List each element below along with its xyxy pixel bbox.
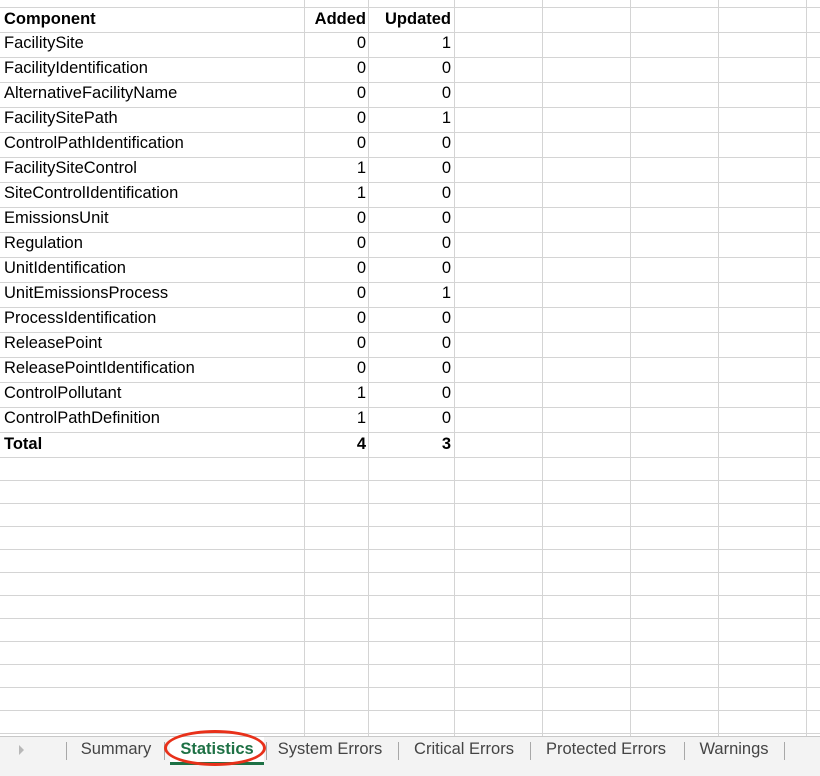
cell-added[interactable]: 1 [305,381,367,406]
cell-added[interactable]: 0 [305,206,367,231]
cell-component[interactable]: ReleasePoint [4,331,302,356]
cell-component[interactable]: ControlPollutant [4,381,302,406]
cell-added[interactable]: 0 [305,131,367,156]
header-added[interactable]: Added [305,7,367,32]
cell-updated[interactable]: 1 [369,31,453,56]
cell-component[interactable]: FacilitySiteControl [4,156,302,181]
cell-updated[interactable]: 0 [369,131,453,156]
cell-updated[interactable]: 0 [369,406,453,431]
cell-added[interactable]: 0 [305,306,367,331]
cell-added[interactable]: 0 [305,356,367,381]
cell-added[interactable]: 0 [305,81,367,106]
cell-updated[interactable]: 0 [369,181,453,206]
cell-component[interactable]: Regulation [4,231,302,256]
cell-component[interactable]: UnitIdentification [4,256,302,281]
header-updated[interactable]: Updated [369,7,453,32]
cell-added[interactable]: 0 [305,281,367,306]
cell-updated[interactable]: 0 [369,81,453,106]
cell-component[interactable]: AlternativeFacilityName [4,81,302,106]
cell-updated[interactable]: 0 [369,306,453,331]
cell-component[interactable]: EmissionsUnit [4,206,302,231]
cell-updated[interactable]: 0 [369,256,453,281]
total-updated[interactable]: 3 [369,432,453,457]
cell-added[interactable]: 0 [305,256,367,281]
cell-component[interactable]: ControlPathIdentification [4,131,302,156]
cell-added[interactable]: 0 [305,331,367,356]
sheet-tab-statistics[interactable]: Statistics [170,737,264,765]
cell-added[interactable]: 0 [305,56,367,81]
tab-separator [684,742,685,760]
sheet-tab-summary[interactable]: Summary [72,737,160,765]
cell-updated[interactable]: 1 [369,281,453,306]
tab-separator [530,742,531,760]
cell-component[interactable]: FacilityIdentification [4,56,302,81]
header-component[interactable]: Component [4,7,302,32]
cell-component[interactable]: FacilitySitePath [4,106,302,131]
cell-updated[interactable]: 1 [369,106,453,131]
cell-component[interactable]: ProcessIdentification [4,306,302,331]
cell-added[interactable]: 0 [305,106,367,131]
cell-updated[interactable]: 0 [369,231,453,256]
tab-separator [398,742,399,760]
cell-added[interactable]: 0 [305,231,367,256]
cell-updated[interactable]: 0 [369,156,453,181]
total-label[interactable]: Total [4,432,302,457]
cell-added[interactable]: 1 [305,181,367,206]
cell-updated[interactable]: 0 [369,331,453,356]
sheet-tab-bar: Summary Statistics System Errors Critical E… [0,736,820,776]
sheet-tab-warnings[interactable]: Warnings [690,737,778,765]
cell-component[interactable]: UnitEmissionsProcess [4,281,302,306]
cell-updated[interactable]: 0 [369,206,453,231]
cell-added[interactable]: 1 [305,406,367,431]
cell-component[interactable]: FacilitySite [4,31,302,56]
tab-separator [784,742,785,760]
tab-separator [66,742,67,760]
cell-added[interactable]: 1 [305,156,367,181]
cell-component[interactable]: ControlPathDefinition [4,406,302,431]
tab-separator [266,742,267,760]
cell-updated[interactable]: 0 [369,356,453,381]
tab-separator [164,742,165,760]
cell-component[interactable]: ReleasePointIdentification [4,356,302,381]
spreadsheet-grid[interactable]: Component Added Updated FacilitySite 0 1 Fa… [0,0,820,736]
cell-added[interactable]: 0 [305,31,367,56]
cell-updated[interactable]: 0 [369,56,453,81]
cell-updated[interactable]: 0 [369,381,453,406]
total-added[interactable]: 4 [305,432,367,457]
sheet-tab-system-errors[interactable]: System Errors [270,737,390,765]
sheet-tab-protected-errors[interactable]: Protected Errors [536,737,676,765]
scroll-left-icon[interactable] [19,745,24,755]
sheet-tab-critical-errors[interactable]: Critical Errors [404,737,524,765]
cell-component[interactable]: SiteControlIdentification [4,181,302,206]
